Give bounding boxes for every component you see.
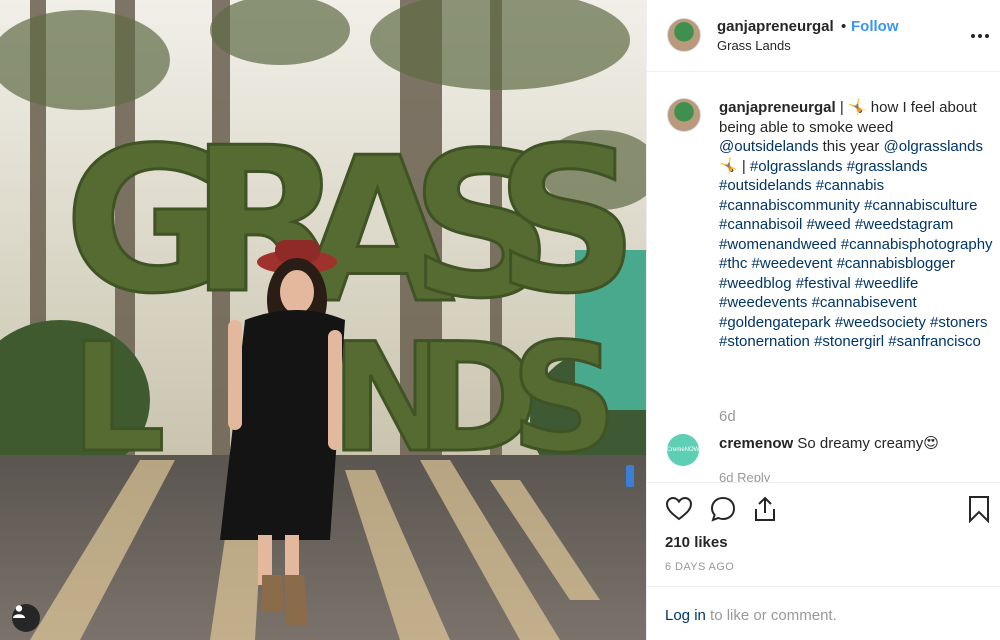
caption-age: 6d — [719, 408, 736, 425]
header-username[interactable]: ganjapreneurgal — [717, 18, 834, 35]
post-header: ganjapreneurgal • Follow Grass Lands — [647, 0, 1000, 72]
share-icon — [755, 496, 775, 521]
sign-letter-l: L — [70, 312, 166, 486]
follow-button[interactable]: Follow — [851, 18, 899, 35]
more-options-button[interactable] — [971, 26, 991, 46]
comment-meta[interactable]: 6d Reply — [719, 470, 770, 482]
login-prompt: Log in to like or comment. — [665, 607, 837, 624]
heart-icon — [665, 496, 693, 521]
comment-button[interactable] — [709, 495, 737, 523]
login-footer: Log in to like or comment. — [647, 586, 1000, 640]
post-date: 6 DAYS AGO — [665, 561, 735, 573]
post-location[interactable]: Grass Lands — [717, 38, 791, 53]
post-sidebar: ganjapreneurgal • Follow Grass Lands gan… — [646, 0, 1000, 640]
more-options-icon — [971, 34, 975, 38]
caption-hashtags[interactable]: #olgrasslands #grasslands #outsidelands … — [719, 158, 993, 351]
like-button[interactable] — [665, 495, 693, 523]
login-prompt-text: to like or comment. — [705, 607, 837, 624]
post-photo[interactable]: G R A S S L N D S — [0, 0, 646, 640]
more-dot — [985, 34, 989, 38]
user-icon — [13, 605, 25, 618]
more-dot — [978, 34, 982, 38]
water-bottle — [626, 465, 634, 487]
tagged-user-button[interactable] — [12, 604, 40, 632]
comment-text: So dreamy creamy😍 — [793, 435, 939, 452]
caption-text-2: this year — [818, 138, 884, 155]
mention-olgrasslands[interactable]: @olgrasslands — [884, 138, 983, 155]
bookmark-icon — [969, 496, 989, 524]
comment: cremenow So dreamy creamy😍 — [719, 434, 939, 452]
author-avatar[interactable] — [667, 18, 701, 52]
mention-outsidelands[interactable]: @outsidelands — [719, 138, 818, 155]
login-link[interactable]: Log in — [665, 607, 706, 624]
caption-text-3: 🤸 | — [719, 157, 750, 175]
commenter-avatar[interactable]: CremeNOW — [667, 434, 699, 466]
sign-letter-s2: S — [495, 105, 639, 338]
likes-count[interactable]: 210 likes — [665, 534, 728, 551]
post-caption: ganjapreneurgal | 🤸 how I feel about bei… — [719, 98, 993, 352]
photo-scene: G R A S S L N D S — [0, 0, 646, 640]
caption-avatar[interactable] — [667, 98, 701, 132]
action-bar: 210 likes 6 DAYS AGO — [647, 482, 1000, 586]
comments-section: ganjapreneurgal | 🤸 how I feel about bei… — [647, 72, 1000, 482]
save-button[interactable] — [967, 495, 995, 524]
commenter-username[interactable]: cremenow — [719, 435, 793, 452]
header-separator: • — [841, 18, 847, 35]
caption-username[interactable]: ganjapreneurgal — [719, 99, 836, 116]
sign-letter-s3: S — [510, 312, 618, 486]
comment-icon — [710, 496, 736, 522]
share-button[interactable] — [751, 495, 779, 523]
